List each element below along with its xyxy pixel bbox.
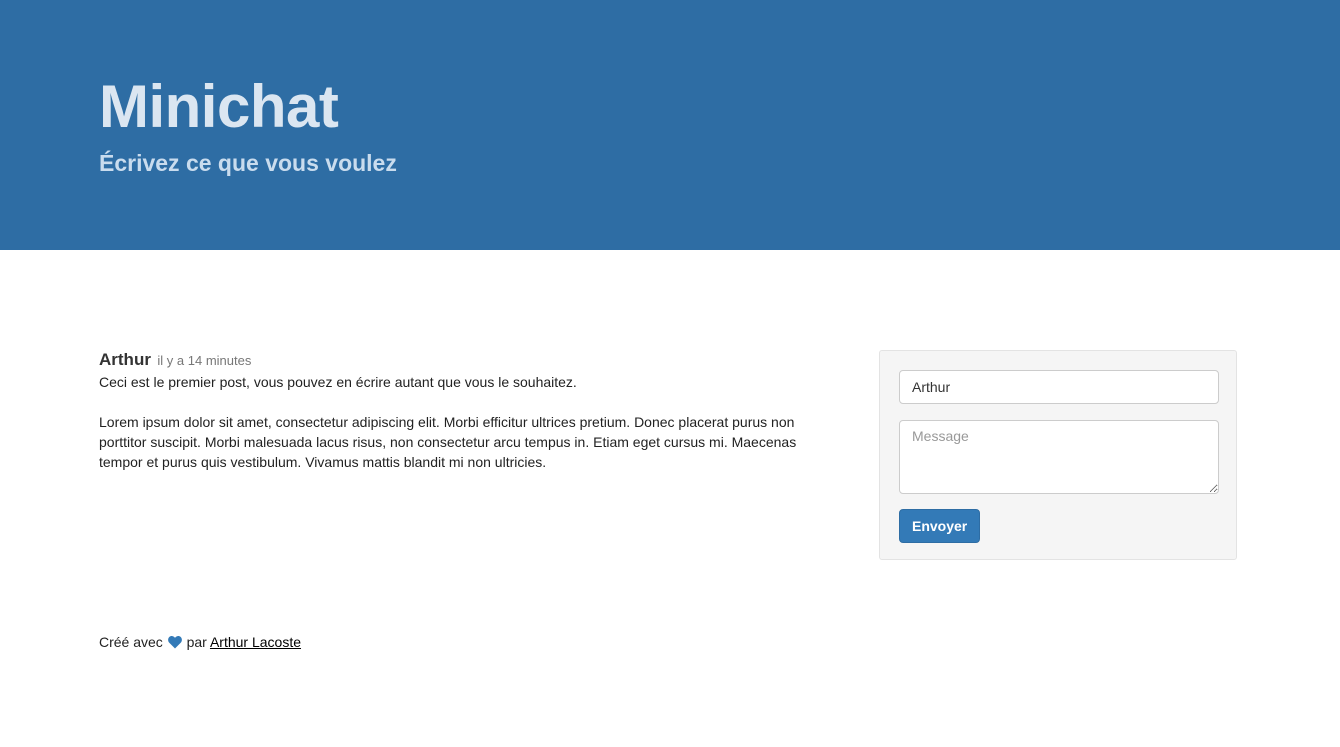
post-paragraph: Ceci est le premier post, vous pouvez en… (99, 374, 577, 390)
post-author: Arthur (99, 350, 151, 369)
page-header: Minichat Écrivez ce que vous voulez (0, 0, 1340, 250)
post-timestamp: il y a 14 minutes (157, 353, 252, 368)
post-paragraph: Lorem ipsum dolor sit amet, consectetur … (99, 414, 797, 470)
name-input[interactable] (899, 370, 1219, 404)
send-button[interactable]: Envoyer (899, 509, 981, 543)
heart-icon (167, 634, 182, 654)
footer-middle: par (186, 634, 207, 650)
message-textarea[interactable] (899, 420, 1219, 494)
post-header: Arthur il y a 14 minutes (99, 348, 819, 372)
page-title: Minichat (99, 73, 339, 140)
footer-prefix: Créé avec (99, 634, 163, 650)
page-footer: Créé avec par Arthur Lacoste (99, 632, 301, 654)
message-form: Envoyer (879, 350, 1237, 560)
chat-post: Arthur il y a 14 minutes Ceci est le pre… (99, 348, 819, 472)
author-link[interactable]: Arthur Lacoste (210, 634, 301, 650)
page-subtitle: Écrivez ce que vous voulez (99, 150, 397, 176)
post-body: Ceci est le premier post, vous pouvez en… (99, 372, 819, 472)
